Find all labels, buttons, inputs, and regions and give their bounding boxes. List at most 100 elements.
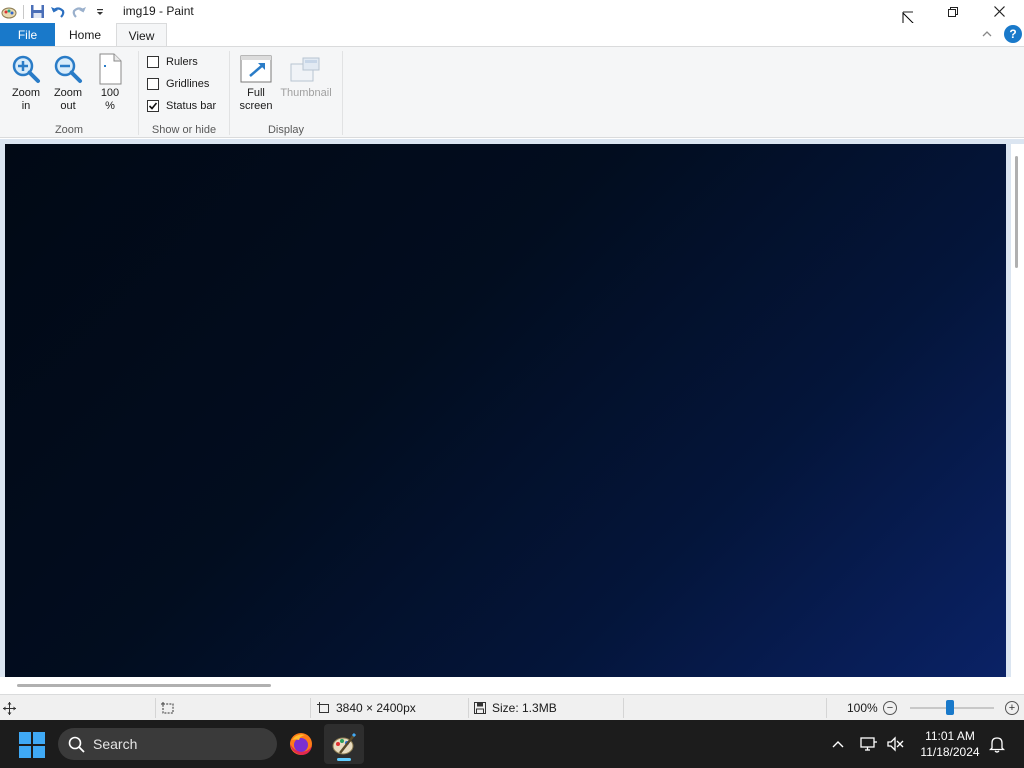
show-hidden-icons-button[interactable] xyxy=(820,724,856,764)
firefox-icon xyxy=(290,733,312,755)
status-divider xyxy=(826,698,827,718)
rulers-label: Rulers xyxy=(166,56,198,68)
windows-logo-pane xyxy=(19,732,31,744)
zoom-in-label-2: in xyxy=(21,100,31,112)
zoom-out-small-button[interactable]: − xyxy=(883,701,897,715)
taskbar: Search 11:01 AM 11/18/2024 xyxy=(0,720,1024,768)
paint-app-icon[interactable] xyxy=(0,3,18,21)
status-divider xyxy=(623,698,624,718)
status-bar-checkbox-row[interactable]: Status bar xyxy=(147,100,216,112)
clock-time: 11:01 AM xyxy=(925,729,975,743)
windows-logo-pane xyxy=(33,746,45,758)
zoom-out-button[interactable]: Zoom out xyxy=(48,53,88,119)
redo-icon[interactable] xyxy=(70,3,88,21)
status-bar-checkbox[interactable] xyxy=(147,100,159,112)
window-title: img19 - Paint xyxy=(123,4,194,18)
tab-home[interactable]: Home xyxy=(58,23,112,46)
restore-button[interactable] xyxy=(930,0,976,23)
zoom-100-label-1: 100 xyxy=(100,87,120,99)
image-canvas[interactable] xyxy=(5,144,1006,677)
volume-tray-button[interactable] xyxy=(878,724,912,764)
rulers-checkbox[interactable] xyxy=(147,56,159,68)
windows-logo-pane xyxy=(19,746,31,758)
undo-icon[interactable] xyxy=(49,3,67,21)
zoom-out-icon xyxy=(52,53,84,85)
vertical-scrollbar[interactable] xyxy=(1011,144,1024,677)
status-divider xyxy=(310,698,311,718)
thumbnail-label: Thumbnail xyxy=(280,87,332,99)
vertical-scroll-thumb[interactable] xyxy=(1015,156,1018,268)
save-icon[interactable] xyxy=(28,3,46,21)
canvas-workspace xyxy=(0,139,1024,694)
tab-file[interactable]: File xyxy=(0,23,55,46)
full-screen-label-1: Full xyxy=(247,87,265,99)
zoom-in-label-1: Zoom xyxy=(11,87,41,99)
page-100-icon xyxy=(94,53,126,85)
horizontal-scroll-thumb[interactable] xyxy=(17,684,271,687)
paint-icon xyxy=(332,732,357,755)
ribbon-right-controls: ? xyxy=(982,25,1022,43)
zoom-in-small-button[interactable]: + xyxy=(1005,701,1019,715)
status-divider xyxy=(155,698,156,718)
zoom-in-button[interactable]: Zoom in xyxy=(6,53,46,119)
rulers-checkbox-row[interactable]: Rulers xyxy=(147,56,198,68)
tab-view[interactable]: View xyxy=(116,23,167,47)
zoom-100-label-2: % xyxy=(105,100,115,112)
qat-divider xyxy=(23,4,24,19)
display-group-label: Display xyxy=(267,124,305,136)
file-size-text: Size: 1.3MB xyxy=(492,701,557,715)
help-button[interactable]: ? xyxy=(1004,25,1022,43)
cursor-position-icon xyxy=(3,695,16,721)
active-app-indicator xyxy=(337,758,351,761)
clock-date: 11/18/2024 xyxy=(920,745,980,759)
full-screen-icon xyxy=(240,53,272,85)
gridlines-checkbox-row[interactable]: Gridlines xyxy=(147,78,209,90)
zoom-100-button[interactable]: 100% xyxy=(90,53,130,119)
zoom-group: Zoom in Zoom out 100% Zoom xyxy=(0,47,138,139)
zoom-level: 100% xyxy=(847,701,878,715)
restore-icon xyxy=(948,6,958,17)
taskbar-search[interactable]: Search xyxy=(58,728,277,760)
search-icon xyxy=(68,736,85,753)
checkmark-icon xyxy=(148,102,158,110)
show-hide-group-label: Show or hide xyxy=(151,124,217,136)
image-dimensions: 3840 × 2400px xyxy=(317,695,416,721)
selection-size-icon xyxy=(161,695,175,721)
close-button[interactable] xyxy=(976,0,1022,23)
paint-taskbar-button[interactable] xyxy=(324,724,364,764)
title-bar: img19 - Paint xyxy=(0,0,1024,32)
group-divider xyxy=(342,51,343,135)
network-icon xyxy=(860,737,877,751)
customize-qat-dropdown-icon[interactable] xyxy=(91,3,109,21)
status-divider xyxy=(468,698,469,718)
zoom-out-label-1: Zoom xyxy=(53,87,83,99)
start-button[interactable] xyxy=(19,732,45,758)
full-screen-label-2: screen xyxy=(239,100,273,112)
gridlines-label: Gridlines xyxy=(166,78,210,90)
image-size-icon xyxy=(317,701,329,713)
quick-access-toolbar xyxy=(0,0,112,23)
notifications-button[interactable] xyxy=(980,724,1014,764)
thumbnail-button[interactable]: Thumbnail xyxy=(278,53,334,119)
zoom-out-label-2: out xyxy=(60,100,76,112)
gridlines-checkbox[interactable] xyxy=(147,78,159,90)
clock[interactable]: 11:01 AM 11/18/2024 xyxy=(912,728,988,760)
disk-icon xyxy=(474,702,486,714)
chevron-up-icon xyxy=(832,741,844,748)
firefox-taskbar-button[interactable] xyxy=(281,724,321,764)
collapse-ribbon-icon[interactable] xyxy=(982,30,992,38)
search-placeholder: Search xyxy=(93,736,138,752)
horizontal-scrollbar[interactable] xyxy=(0,677,1024,694)
display-group: Full screen Thumbnail Display xyxy=(230,47,342,139)
dimensions-text: 3840 × 2400px xyxy=(336,701,416,715)
ribbon-view-panel: Zoom in Zoom out 100% Zoom Show or hide Ru… xyxy=(0,46,1024,138)
zoom-in-icon xyxy=(10,53,42,85)
thumbnail-icon xyxy=(290,53,322,85)
file-size: Size: 1.3MB xyxy=(474,695,557,721)
close-icon xyxy=(993,6,1005,17)
volume-muted-icon xyxy=(887,736,904,752)
status-bar: 3840 × 2400px Size: 1.3MB 100% − + xyxy=(0,694,1024,720)
zoom-slider-thumb[interactable] xyxy=(946,700,954,715)
full-screen-button[interactable]: Full screen xyxy=(235,53,277,119)
windows-logo-pane xyxy=(33,732,45,744)
